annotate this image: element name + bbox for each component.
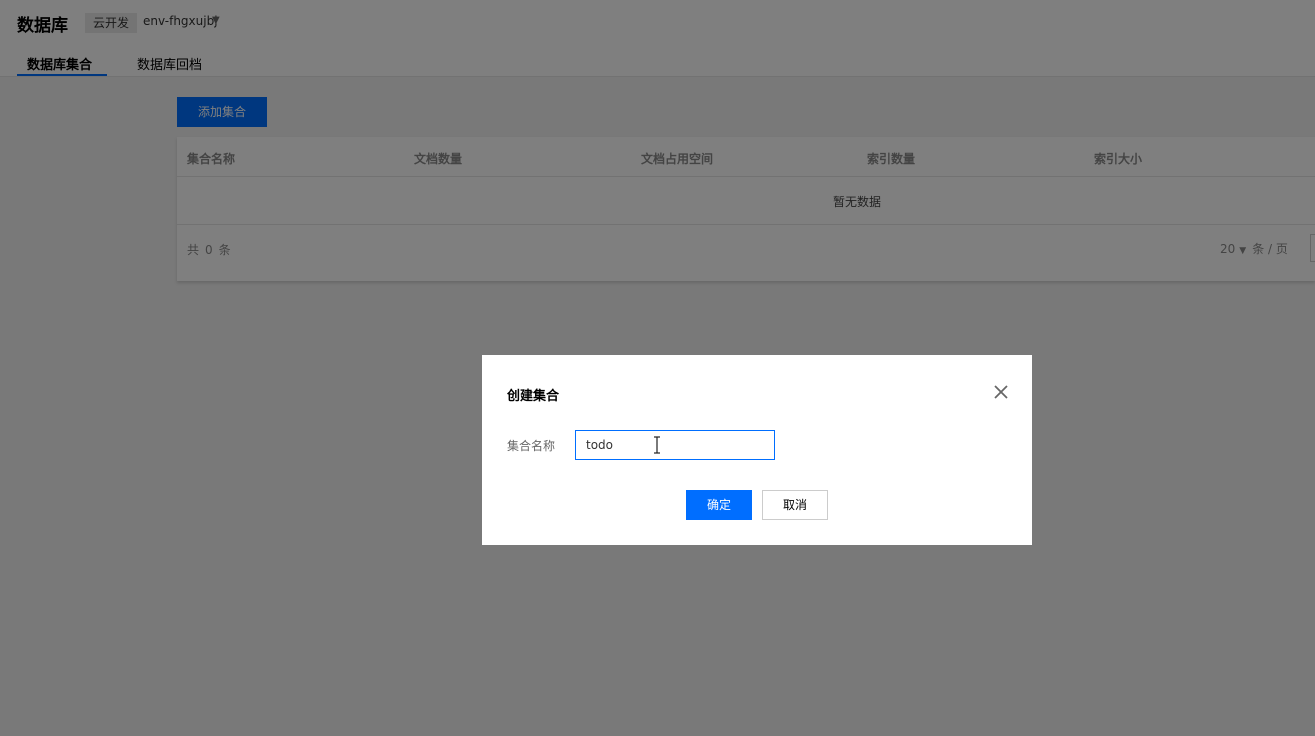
dialog-title: 创建集合 — [507, 389, 560, 404]
collection-name-input[interactable] — [575, 430, 775, 460]
cancel-button[interactable]: 取消 — [762, 490, 828, 520]
collection-name-label: 集合名称 — [507, 439, 556, 453]
page: 数据库 云开发 env-fhgxujbj ▼ 数据库集合 数据库回档 添加集合 … — [0, 0, 1315, 736]
confirm-button[interactable]: 确定 — [686, 490, 752, 520]
text-cursor-icon — [654, 436, 660, 454]
close-icon[interactable] — [991, 382, 1011, 402]
create-collection-dialog: 创建集合 集合名称 确定 取消 — [482, 355, 1032, 545]
